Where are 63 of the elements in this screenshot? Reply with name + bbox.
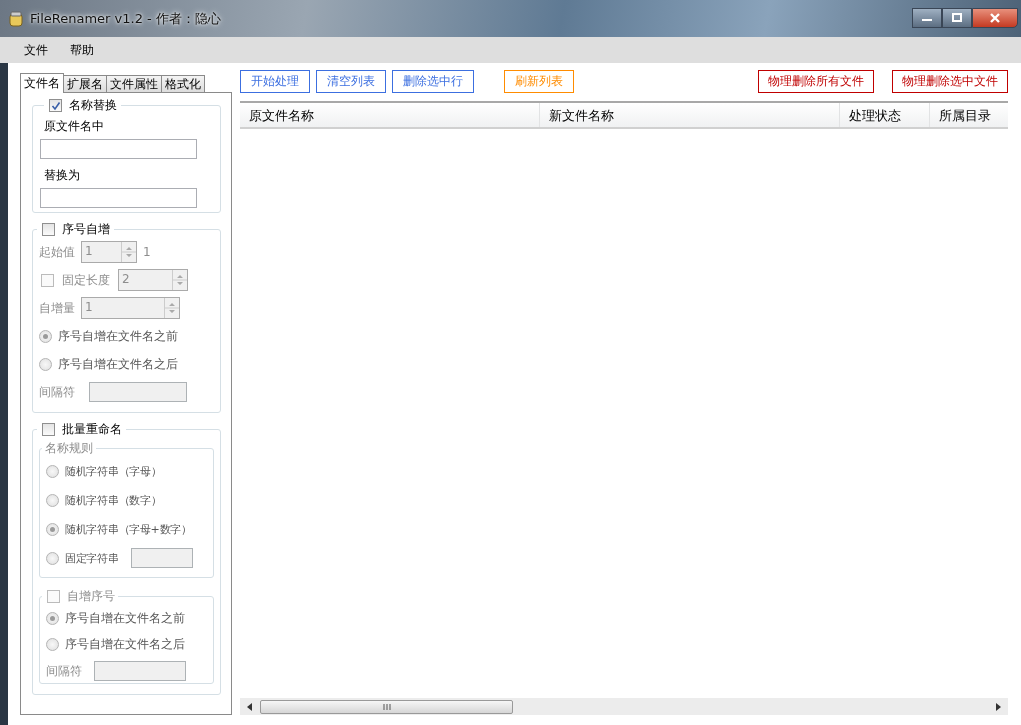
radio-button[interactable] [39, 329, 52, 343]
field-label: 间隔符 [46, 662, 82, 680]
tab[interactable]: 格式化 [161, 75, 205, 92]
group-title: 序号自增 [62, 221, 110, 238]
value-reading: 1 [143, 245, 151, 259]
field-label: 替换为 [44, 167, 81, 184]
radio-label: 随机字符串（字母+数字） [65, 522, 192, 537]
field-label: 自增量 [39, 299, 75, 317]
column-header[interactable]: 原文件名称 [240, 103, 540, 127]
tab[interactable]: 扩展名 [63, 75, 107, 92]
field-label: 间隔符 [39, 383, 75, 401]
radio-button[interactable] [46, 465, 59, 478]
spin-arrows-icon[interactable] [173, 272, 187, 288]
toolbar-button[interactable]: 删除选中行 [392, 70, 474, 93]
menu-item[interactable]: 帮助 [64, 39, 100, 61]
checkbox[interactable] [41, 273, 54, 287]
checkbox[interactable] [42, 223, 55, 236]
scrollbar-thumb[interactable] [260, 699, 513, 714]
group-title: 批量重命名 [62, 421, 122, 438]
group-title: 名称替换 [69, 97, 117, 114]
radio-button[interactable] [46, 637, 59, 651]
radio-label: 固定字符串 [65, 550, 119, 566]
checkbox[interactable] [49, 99, 62, 112]
radio-button[interactable] [46, 611, 59, 625]
delete-files-button[interactable]: 物理删除所有文件 [758, 70, 874, 93]
field-label: 原文件名中 [44, 118, 105, 135]
radio-button[interactable] [39, 357, 52, 371]
jar-icon [8, 10, 24, 27]
window-title: FileRenamer v1.2 - 作者：隐心 [30, 9, 221, 28]
maximize-button[interactable] [942, 8, 972, 28]
radio-label: 随机字符串（字母） [65, 464, 162, 479]
minimize-button[interactable] [912, 8, 942, 28]
toolbar-button[interactable]: 开始处理 [240, 70, 310, 93]
field-label: 起始值 [39, 243, 75, 261]
checkbox[interactable] [47, 590, 60, 603]
radio-label: 序号自增在文件名之后 [65, 635, 185, 653]
close-icon [989, 13, 1001, 23]
text-field[interactable] [40, 188, 197, 208]
column-header[interactable]: 所属目录 [930, 103, 1008, 127]
close-button[interactable] [972, 8, 1018, 28]
radio-button[interactable] [46, 523, 59, 536]
column-header[interactable]: 处理状态 [840, 103, 930, 127]
tab[interactable]: 文件属性 [106, 75, 162, 92]
menu-item[interactable]: 文件 [18, 39, 54, 61]
toolbar-button[interactable]: 清空列表 [316, 70, 386, 93]
checkbox-label: 固定长度 [62, 271, 110, 289]
radio-button[interactable] [46, 551, 59, 565]
maximize-icon [951, 13, 963, 23]
group-title: 名称规则 [45, 440, 93, 457]
radio-label: 序号自增在文件名之前 [65, 609, 185, 627]
radio-label: 序号自增在文件名之后 [58, 355, 178, 373]
spin-arrows-icon[interactable] [122, 244, 136, 260]
text-field[interactable] [40, 139, 197, 159]
horizontal-scrollbar[interactable] [240, 698, 1008, 715]
radio-button[interactable] [46, 494, 59, 507]
group-title: 自增序号 [67, 588, 115, 605]
column-header[interactable]: 新文件名称 [540, 103, 840, 127]
radio-label: 随机字符串（数字） [65, 493, 162, 508]
tab[interactable]: 文件名 [20, 73, 64, 93]
checkbox[interactable] [42, 423, 55, 436]
radio-label: 序号自增在文件名之前 [58, 327, 178, 345]
spin-arrows-icon[interactable] [165, 300, 179, 316]
delete-files-button[interactable]: 物理删除选中文件 [892, 70, 1008, 93]
